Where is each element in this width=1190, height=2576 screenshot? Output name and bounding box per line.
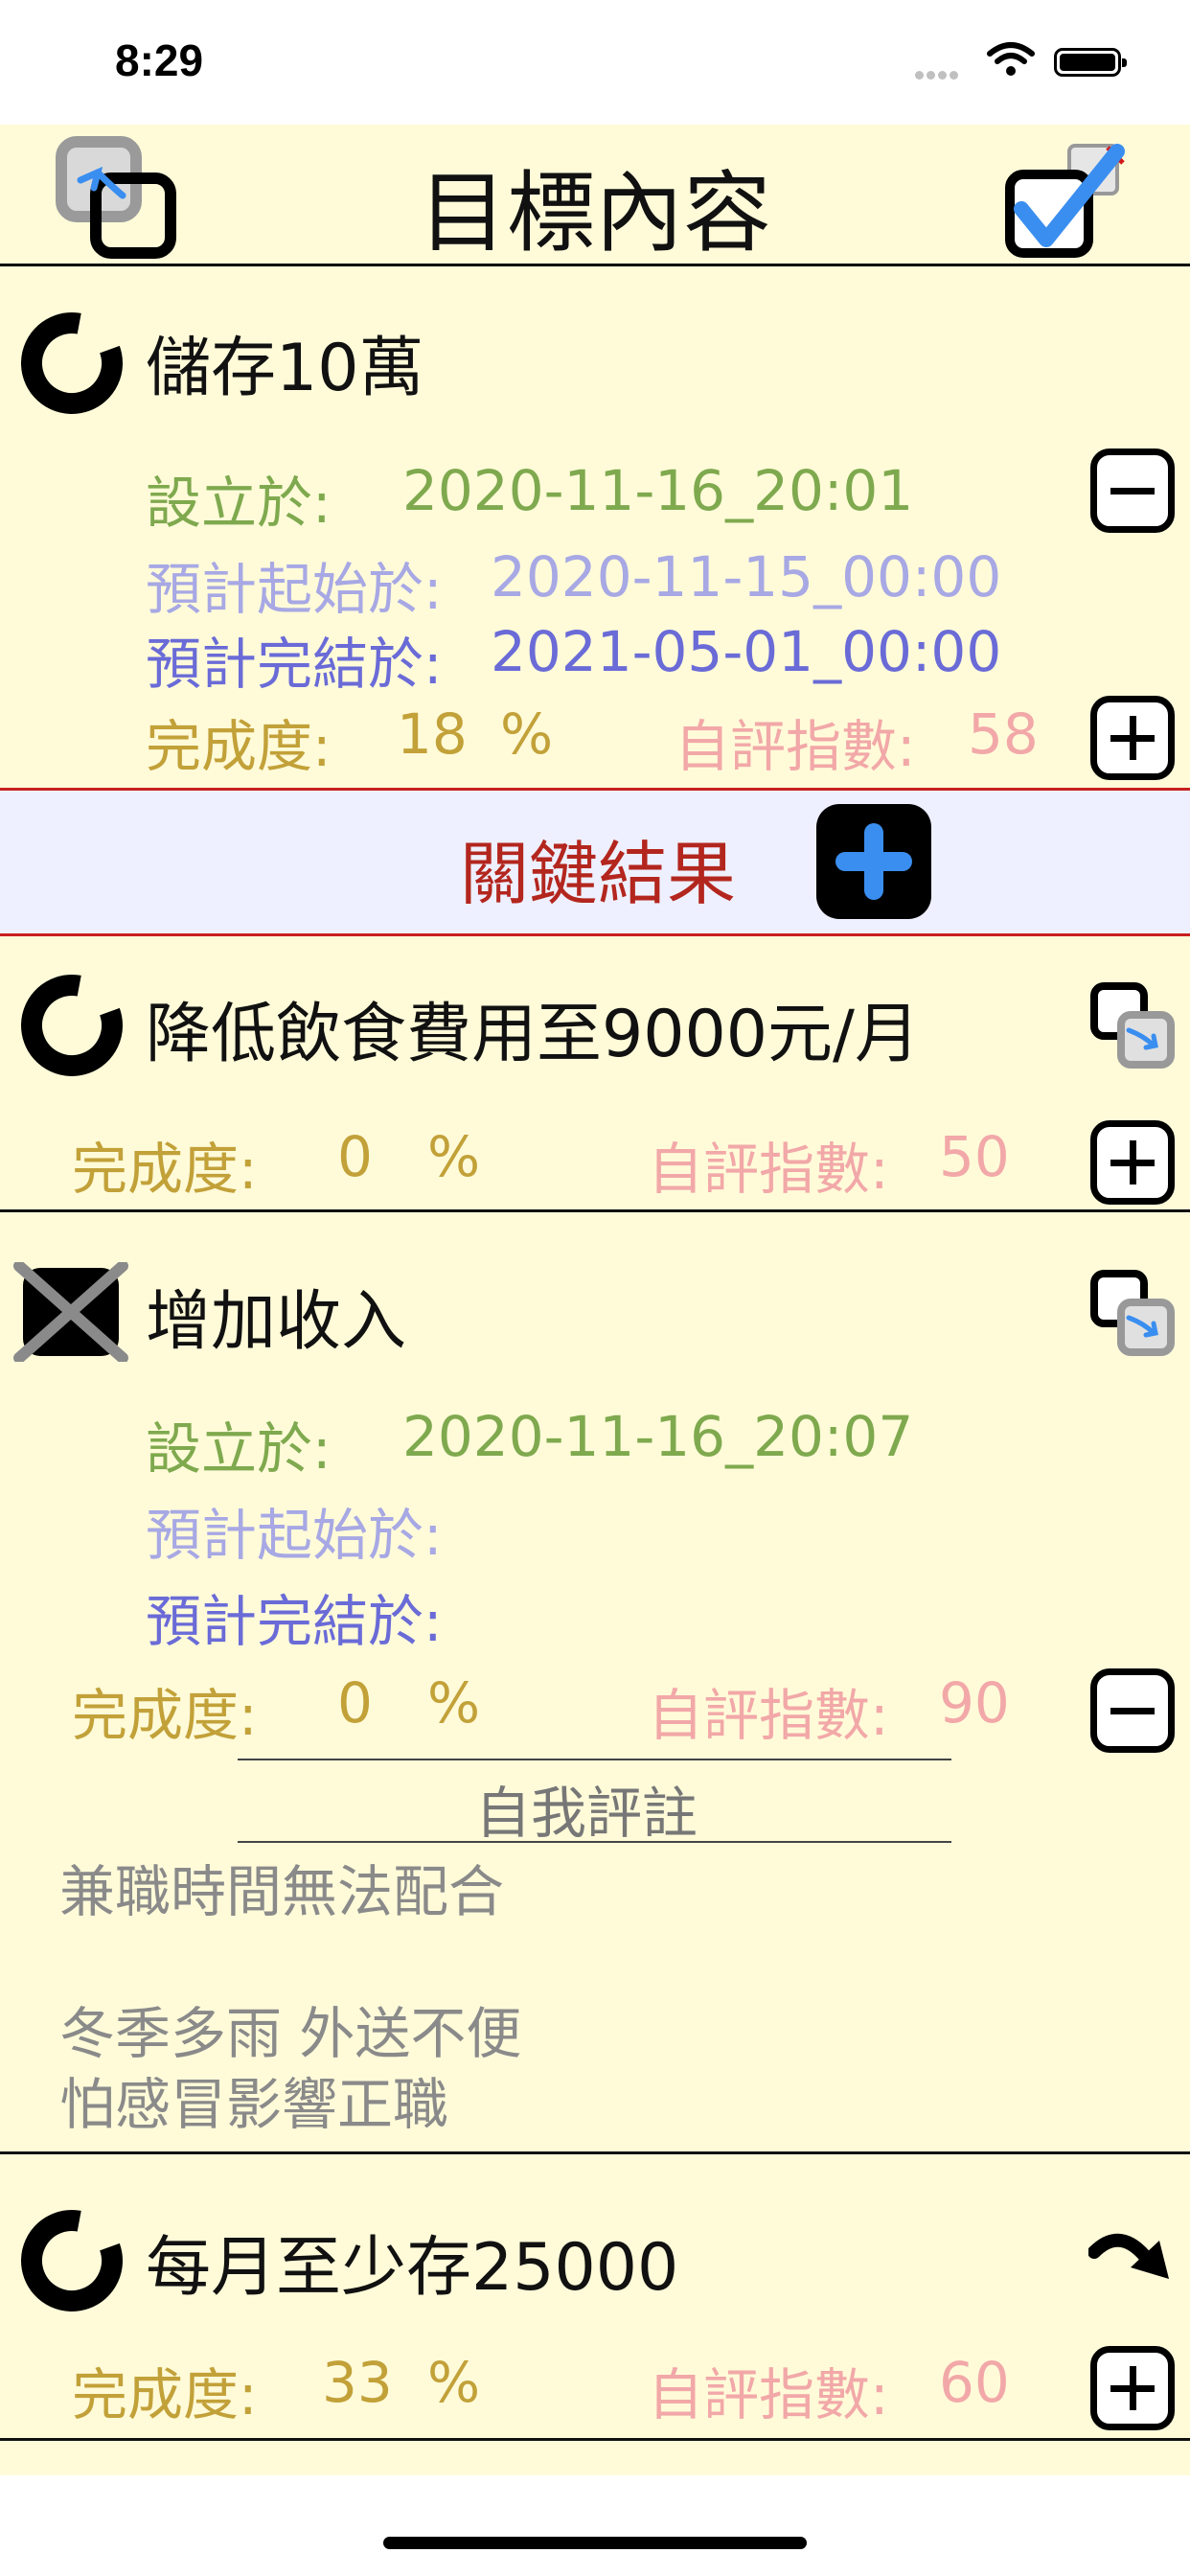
created-value: 2020-11-16_20:07 bbox=[402, 1404, 914, 1469]
cancelled-icon bbox=[13, 1262, 128, 1362]
progress-unit: % bbox=[427, 1124, 481, 1189]
increase-progress-button[interactable] bbox=[1090, 696, 1175, 780]
progress-label: 完成度: bbox=[72, 1137, 258, 1202]
progress-unit: % bbox=[500, 702, 554, 767]
wifi-icon bbox=[987, 40, 1035, 82]
battery-icon bbox=[1054, 48, 1127, 77]
status-bar: 8:29 bbox=[0, 0, 1190, 125]
key-results-header: 關鍵結果 bbox=[0, 788, 1190, 936]
progress-value: 33 bbox=[322, 2350, 393, 2415]
switch-view-icon[interactable] bbox=[1090, 982, 1177, 1072]
key-result-item: 降低飲食費用至9000元/月 完成度: 0 % 自評指數: 50 bbox=[0, 936, 1190, 1209]
progress-value: 18 bbox=[397, 702, 468, 767]
expand-button[interactable] bbox=[1090, 1120, 1175, 1205]
in-progress-icon bbox=[21, 975, 123, 1076]
divider bbox=[238, 1759, 951, 1760]
objective-title[interactable]: 儲存10萬 bbox=[146, 314, 424, 409]
end-value: 2021-05-01_00:00 bbox=[491, 619, 1002, 684]
expand-button[interactable] bbox=[1090, 2346, 1175, 2430]
navigation-bar: 目標內容 bbox=[0, 125, 1190, 266]
end-label: 預計完結於: bbox=[146, 632, 443, 697]
created-value: 2020-11-16_20:01 bbox=[402, 458, 914, 523]
switch-view-icon[interactable] bbox=[1090, 1270, 1177, 1360]
add-key-result-button[interactable] bbox=[816, 804, 931, 919]
redirect-arrow-icon[interactable] bbox=[1088, 2225, 1175, 2292]
key-result-item: 每月至少存25000 完成度: 33 % 自評指數: 60 bbox=[0, 2154, 1190, 2438]
collapse-button[interactable] bbox=[1090, 448, 1175, 533]
progress-unit: % bbox=[427, 1670, 481, 1736]
key-result-title[interactable]: 增加收入 bbox=[146, 1268, 406, 1363]
progress-label: 完成度: bbox=[146, 714, 332, 779]
in-progress-icon bbox=[21, 2210, 123, 2312]
progress-value: 0 bbox=[337, 1124, 373, 1189]
in-progress-icon bbox=[21, 312, 123, 414]
self-comment-heading: 自我評註 bbox=[475, 1781, 698, 1846]
progress-label: 完成度: bbox=[72, 1683, 258, 1748]
progress-label: 完成度: bbox=[72, 2362, 258, 2427]
score-value: 50 bbox=[939, 1124, 1010, 1189]
progress-unit: % bbox=[427, 2350, 481, 2415]
end-label: 預計完結於: bbox=[146, 1589, 443, 1654]
start-value: 2020-11-15_00:00 bbox=[491, 544, 1002, 610]
score-label: 自評指數: bbox=[648, 1683, 889, 1748]
key-result-item: 增加收入 設立於: 2020-11-16_20:07 預計起始於: 預計完結於:… bbox=[0, 1212, 1190, 2151]
key-result-title[interactable]: 每月至少存25000 bbox=[146, 2214, 678, 2309]
created-label: 設立於: bbox=[146, 471, 332, 536]
score-value: 60 bbox=[939, 2350, 1010, 2415]
collapse-button[interactable] bbox=[1090, 1668, 1175, 1753]
score-value: 90 bbox=[939, 1670, 1010, 1736]
score-value: 58 bbox=[968, 702, 1039, 767]
score-label: 自評指數: bbox=[648, 1137, 889, 1202]
self-comment-text[interactable]: 兼職時間無法配合 冬季多雨 外送不便 怕感冒影響正職 bbox=[59, 1856, 521, 2140]
key-result-title[interactable]: 降低飲食費用至9000元/月 bbox=[146, 980, 920, 1075]
key-results-title: 關鍵結果 bbox=[460, 834, 737, 914]
score-label: 自評指數: bbox=[648, 2362, 889, 2427]
status-time: 8:29 bbox=[115, 35, 204, 85]
progress-value: 0 bbox=[337, 1670, 373, 1736]
created-label: 設立於: bbox=[146, 1416, 332, 1482]
cellular-signal-icon bbox=[915, 65, 961, 83]
list-footer bbox=[0, 2441, 1190, 2475]
start-label: 預計起始於: bbox=[146, 557, 443, 622]
divider bbox=[238, 1841, 951, 1843]
score-label: 自評指數: bbox=[675, 714, 916, 779]
objective-section: 儲存10萬 設立於: 2020-11-16_20:01 預計起始於: 2020-… bbox=[0, 266, 1190, 788]
checklist-icon[interactable] bbox=[1004, 132, 1138, 270]
home-indicator[interactable] bbox=[383, 2537, 807, 2549]
start-label: 預計起始於: bbox=[146, 1503, 443, 1568]
